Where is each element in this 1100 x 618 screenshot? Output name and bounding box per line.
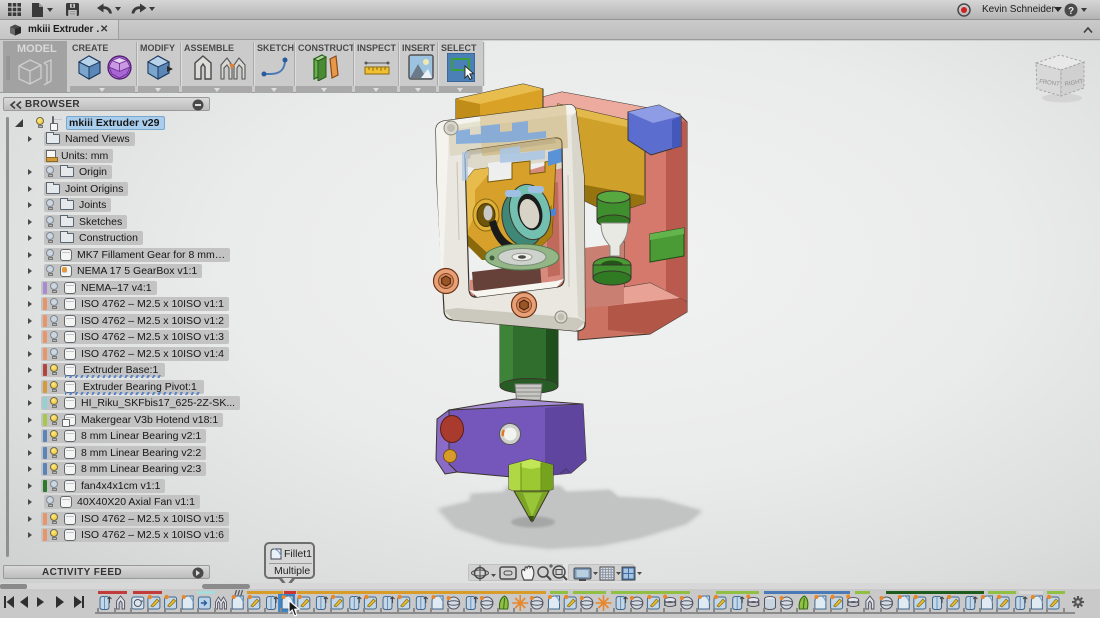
svg-text:?: ? (1068, 6, 1074, 17)
